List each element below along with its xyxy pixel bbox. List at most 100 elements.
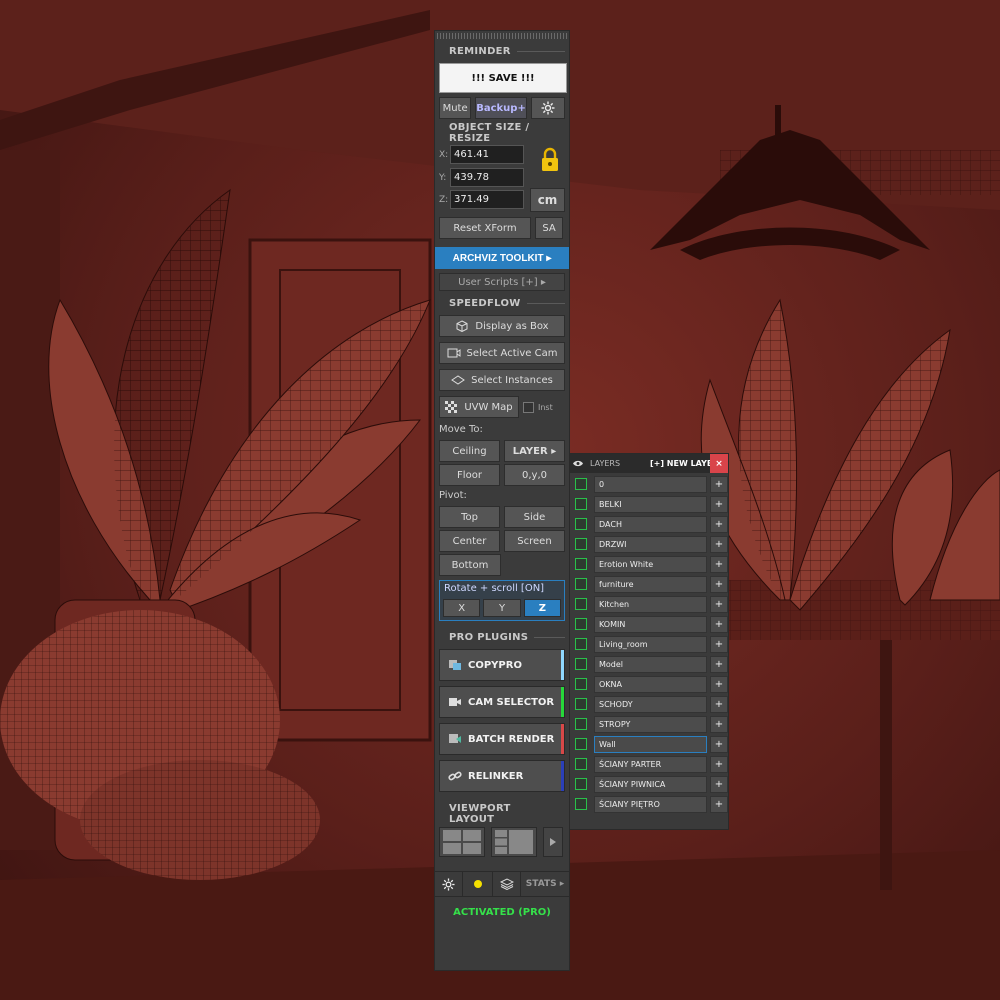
layer-row[interactable]: DACH + xyxy=(570,514,728,534)
layer-visibility-checkbox[interactable] xyxy=(575,478,587,490)
add-to-layer-button[interactable]: + xyxy=(710,475,728,493)
add-to-layer-button[interactable]: + xyxy=(710,575,728,593)
bottom-settings-button[interactable] xyxy=(435,872,463,896)
move-ceiling-button[interactable]: Ceiling xyxy=(439,440,500,462)
layout-split-button[interactable] xyxy=(491,827,537,857)
add-to-layer-button[interactable]: + xyxy=(710,735,728,753)
layout-quad-button[interactable] xyxy=(439,827,485,857)
layer-visibility-checkbox[interactable] xyxy=(575,518,587,530)
copypro-button[interactable]: COPYPRO xyxy=(439,649,565,681)
layer-row[interactable]: DRZWI + xyxy=(570,534,728,554)
layer-visibility-checkbox[interactable] xyxy=(575,778,587,790)
layer-name[interactable]: Model xyxy=(594,655,707,673)
add-to-layer-button[interactable]: + xyxy=(710,555,728,573)
reset-xform-button[interactable]: Reset XForm xyxy=(439,217,531,239)
layer-visibility-checkbox[interactable] xyxy=(575,678,587,690)
layer-visibility-checkbox[interactable] xyxy=(575,538,587,550)
rotate-axis-y-button[interactable]: Y xyxy=(483,599,521,617)
layer-visibility-checkbox[interactable] xyxy=(575,598,587,610)
backup-button[interactable]: Backup+ xyxy=(475,97,527,119)
layers-toggle-button[interactable] xyxy=(493,872,521,896)
pivot-screen-button[interactable]: Screen xyxy=(504,530,565,552)
pivot-top-button[interactable]: Top xyxy=(439,506,500,528)
add-to-layer-button[interactable]: + xyxy=(710,655,728,673)
add-to-layer-button[interactable]: + xyxy=(710,795,728,813)
settings-button[interactable] xyxy=(530,97,565,119)
size-x-input[interactable] xyxy=(450,145,524,164)
layer-name[interactable]: DRZWI xyxy=(594,535,707,553)
add-to-layer-button[interactable]: + xyxy=(710,615,728,633)
relinker-button[interactable]: RELINKER xyxy=(439,760,565,792)
add-to-layer-button[interactable]: + xyxy=(710,675,728,693)
mute-button[interactable]: Mute xyxy=(439,97,472,119)
status-light-button[interactable] xyxy=(463,872,493,896)
layer-name[interactable]: furniture xyxy=(594,575,707,593)
batch-render-button[interactable]: BATCH RENDER xyxy=(439,723,565,755)
layer-name[interactable]: ŚCIANY PIĘTRO xyxy=(594,795,707,813)
panel-grip[interactable] xyxy=(437,33,567,39)
layer-row[interactable]: ŚCIANY PIWNICA + xyxy=(570,774,728,794)
layer-row[interactable]: Wall + xyxy=(570,734,728,754)
layer-row[interactable]: Model + xyxy=(570,654,728,674)
select-active-cam-button[interactable]: Select Active Cam xyxy=(439,342,565,364)
pivot-side-button[interactable]: Side xyxy=(504,506,565,528)
add-to-layer-button[interactable]: + xyxy=(710,495,728,513)
save-button[interactable]: !!! SAVE !!! xyxy=(439,63,567,93)
select-instances-button[interactable]: Select Instances xyxy=(439,369,565,391)
add-to-layer-button[interactable]: + xyxy=(710,595,728,613)
layer-row[interactable]: Erotion White + xyxy=(570,554,728,574)
layer-row[interactable]: BELKI + xyxy=(570,494,728,514)
layer-visibility-checkbox[interactable] xyxy=(575,578,587,590)
layer-name[interactable]: ŚCIANY PIWNICA xyxy=(594,775,707,793)
layer-visibility-checkbox[interactable] xyxy=(575,718,587,730)
layer-visibility-checkbox[interactable] xyxy=(575,658,587,670)
layer-row[interactable]: Living_room + xyxy=(570,634,728,654)
user-scripts-button[interactable]: User Scripts [+] ▸ xyxy=(439,273,565,291)
layer-name[interactable]: Kitchen xyxy=(594,595,707,613)
move-zero-button[interactable]: 0,y,0 xyxy=(504,464,565,486)
sa-button[interactable]: SA xyxy=(535,217,563,239)
layer-name[interactable]: OKNA xyxy=(594,675,707,693)
stats-button[interactable]: STATS ▸ xyxy=(521,872,569,896)
layer-row[interactable]: furniture + xyxy=(570,574,728,594)
size-z-input[interactable] xyxy=(450,190,524,209)
archviz-toolkit-button[interactable]: ARCHVIZ TOOLKIT ▸ xyxy=(435,247,569,269)
aspect-lock-button[interactable] xyxy=(535,147,565,173)
layer-visibility-checkbox[interactable] xyxy=(575,758,587,770)
rotate-axis-x-button[interactable]: X xyxy=(443,599,481,617)
visibility-toggle[interactable] xyxy=(570,454,586,473)
move-floor-button[interactable]: Floor xyxy=(439,464,500,486)
layer-visibility-checkbox[interactable] xyxy=(575,638,587,650)
layer-row[interactable]: OKNA + xyxy=(570,674,728,694)
pivot-center-button[interactable]: Center xyxy=(439,530,500,552)
add-to-layer-button[interactable]: + xyxy=(710,515,728,533)
add-to-layer-button[interactable]: + xyxy=(710,695,728,713)
layer-row[interactable]: 0 + xyxy=(570,474,728,494)
close-icon[interactable]: × xyxy=(710,454,728,473)
add-to-layer-button[interactable]: + xyxy=(710,775,728,793)
add-to-layer-button[interactable]: + xyxy=(710,535,728,553)
rotate-axis-z-button[interactable]: Z xyxy=(523,599,561,617)
layer-visibility-checkbox[interactable] xyxy=(575,738,587,750)
layer-visibility-checkbox[interactable] xyxy=(575,558,587,570)
layer-visibility-checkbox[interactable] xyxy=(575,498,587,510)
layer-name[interactable]: 0 xyxy=(594,475,707,493)
layer-name[interactable]: STROPY xyxy=(594,715,707,733)
uvw-map-button[interactable]: UVW Map xyxy=(439,396,519,418)
layout-more-button[interactable] xyxy=(543,827,563,857)
new-layer-button[interactable]: [+] NEW LAYER xyxy=(650,454,719,473)
layer-visibility-checkbox[interactable] xyxy=(575,618,587,630)
layer-name[interactable]: ŚCIANY PARTER xyxy=(594,755,707,773)
layer-name[interactable]: Wall xyxy=(594,735,707,753)
layer-row[interactable]: SCHODY + xyxy=(570,694,728,714)
layer-visibility-checkbox[interactable] xyxy=(575,798,587,810)
layer-name[interactable]: Erotion White xyxy=(594,555,707,573)
layer-row[interactable]: ŚCIANY PARTER + xyxy=(570,754,728,774)
layer-row[interactable]: Kitchen + xyxy=(570,594,728,614)
size-y-input[interactable] xyxy=(450,168,524,187)
layer-row[interactable]: KOMIN + xyxy=(570,614,728,634)
pivot-bottom-button[interactable]: Bottom xyxy=(439,554,501,576)
layer-name[interactable]: BELKI xyxy=(594,495,707,513)
layer-name[interactable]: Living_room xyxy=(594,635,707,653)
layer-name[interactable]: DACH xyxy=(594,515,707,533)
